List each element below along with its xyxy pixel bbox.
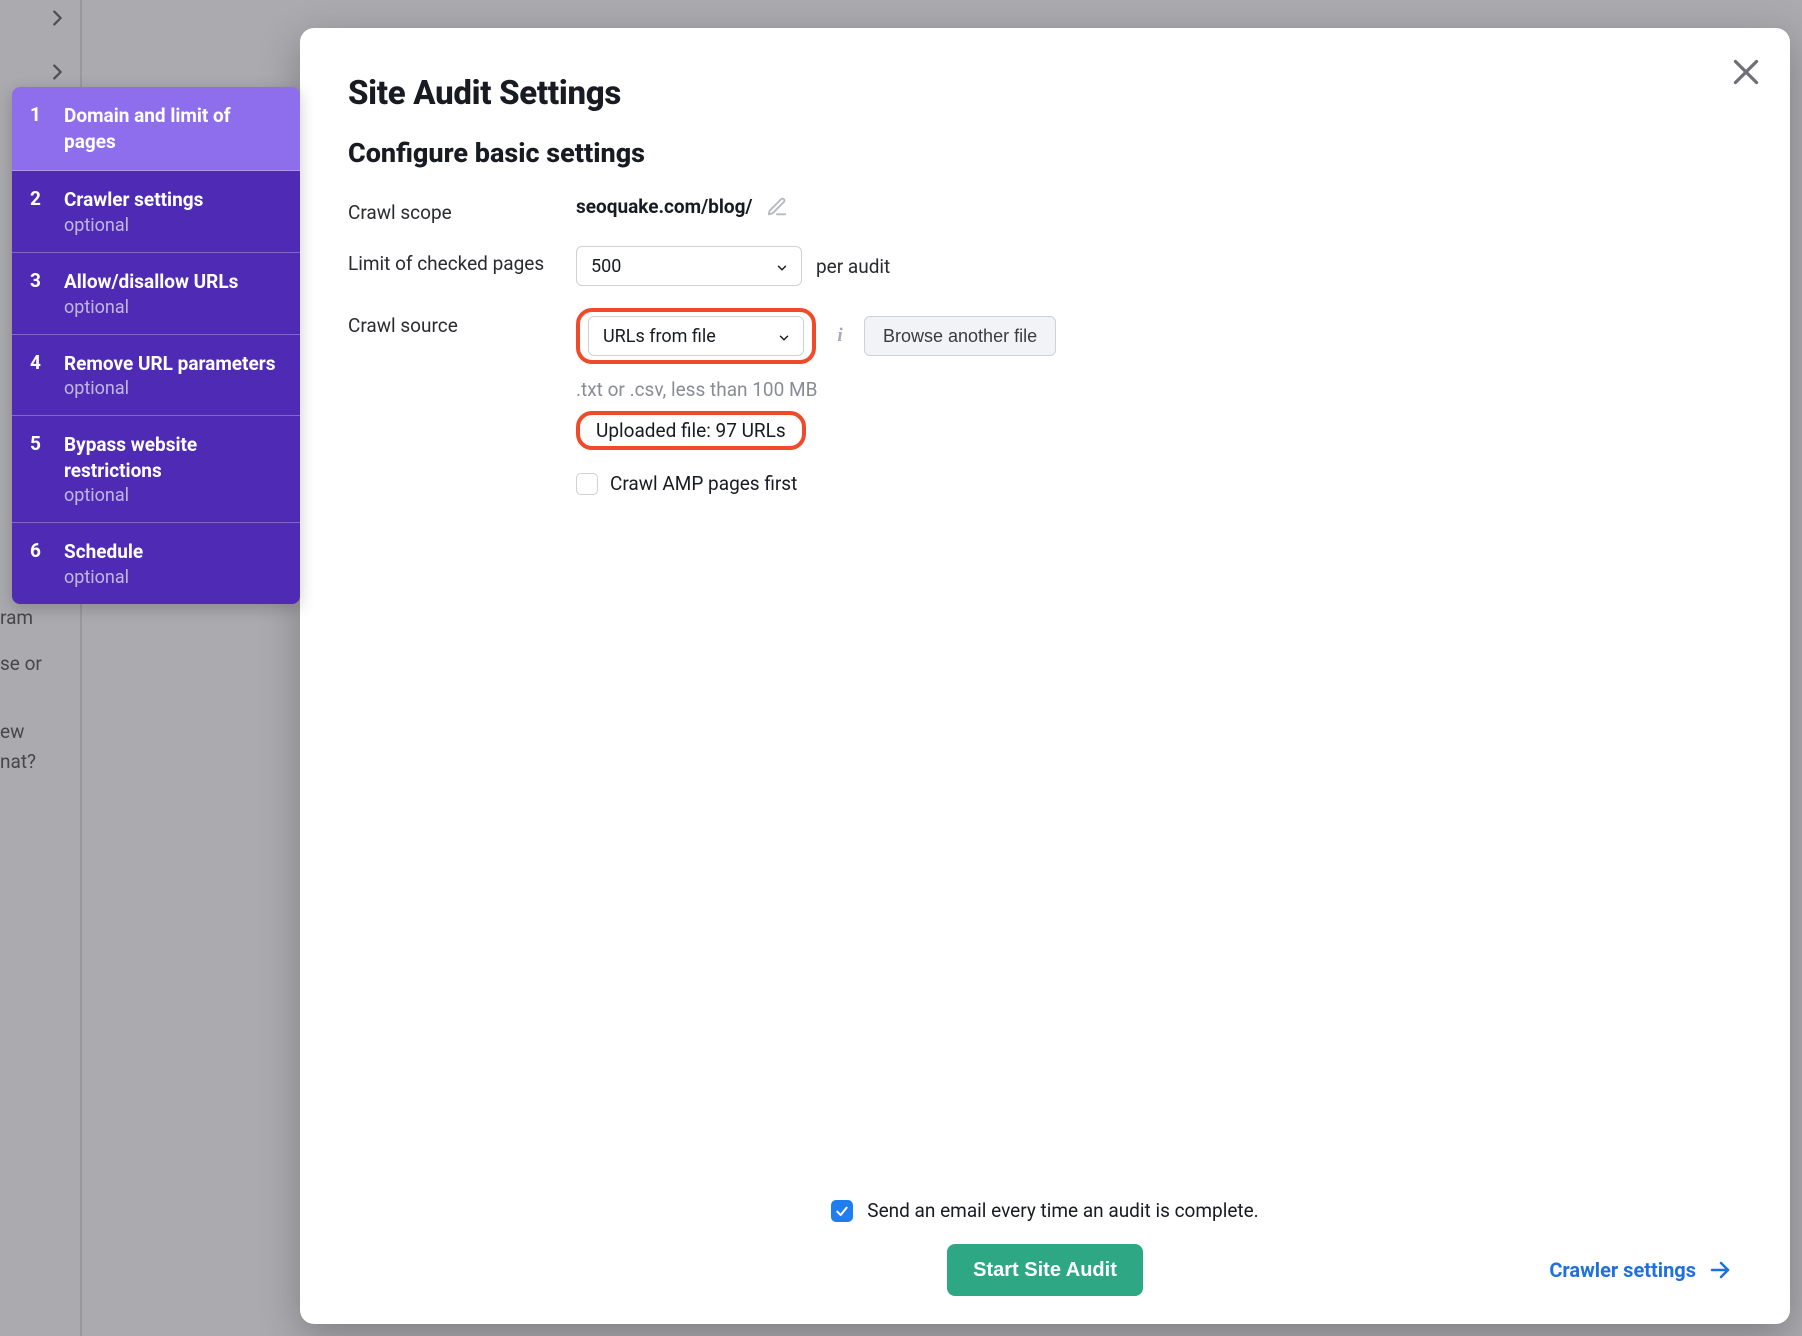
step-title: Allow/disallow URLs xyxy=(64,269,238,295)
step-title: Crawler settings xyxy=(64,187,203,213)
step-title: Schedule xyxy=(64,539,143,565)
highlight-crawl-source: URLs from file xyxy=(576,308,816,364)
settings-form: Crawl scope seoquake.com/blog/ Limit of … xyxy=(348,195,1742,495)
row-limit-pages: Limit of checked pages 500 per audit xyxy=(348,246,1742,286)
label-crawl-scope: Crawl scope xyxy=(348,195,576,224)
next-step-label: Crawler settings xyxy=(1549,1258,1696,1282)
wizard-step-bypass-restrictions[interactable]: 5 Bypass website restrictions optional xyxy=(12,416,300,523)
step-subtitle: optional xyxy=(64,215,203,236)
row-crawl-source: Crawl source URLs from file i Browse ano… xyxy=(348,308,1742,495)
limit-pages-value: 500 xyxy=(591,256,621,277)
wizard-sidebar: 1 Domain and limit of pages 2 Crawler se… xyxy=(12,87,300,604)
browse-file-button[interactable]: Browse another file xyxy=(864,316,1056,356)
label-limit-pages: Limit of checked pages xyxy=(348,246,576,275)
settings-modal: Site Audit Settings Configure basic sett… xyxy=(300,28,1790,1324)
amp-label: Crawl AMP pages first xyxy=(610,472,797,495)
label-crawl-source: Crawl source xyxy=(348,308,576,337)
uploaded-file-text: Uploaded file: 97 URLs xyxy=(586,417,796,444)
wizard-step-crawler-settings[interactable]: 2 Crawler settings optional xyxy=(12,171,300,253)
chevron-down-icon xyxy=(775,259,789,273)
row-crawl-scope: Crawl scope seoquake.com/blog/ xyxy=(348,195,1742,224)
step-title: Remove URL parameters xyxy=(64,351,275,377)
section-title: Configure basic settings xyxy=(348,137,1742,169)
crawl-source-value: URLs from file xyxy=(603,326,716,347)
step-number: 1 xyxy=(30,103,48,154)
info-icon[interactable]: i xyxy=(830,326,850,346)
close-button[interactable] xyxy=(1728,54,1764,90)
highlight-uploaded-file: Uploaded file: 97 URLs xyxy=(576,411,806,450)
modal-footer: Send an email every time an audit is com… xyxy=(348,1179,1742,1296)
step-number: 5 xyxy=(30,432,48,506)
step-subtitle: optional xyxy=(64,485,282,506)
wizard-step-domain[interactable]: 1 Domain and limit of pages xyxy=(12,87,300,171)
crawl-source-select[interactable]: URLs from file xyxy=(588,316,804,356)
step-number: 3 xyxy=(30,269,48,318)
chevron-down-icon xyxy=(777,329,791,343)
step-number: 6 xyxy=(30,539,48,588)
email-label: Send an email every time an audit is com… xyxy=(867,1199,1258,1222)
row-crawl-amp: Crawl AMP pages first xyxy=(576,472,1742,495)
step-title: Domain and limit of pages xyxy=(64,103,282,154)
next-step-link[interactable]: Crawler settings xyxy=(1549,1258,1732,1282)
file-hint: .txt or .csv, less than 100 MB xyxy=(576,378,1742,401)
row-email-notify: Send an email every time an audit is com… xyxy=(831,1199,1258,1222)
step-number: 4 xyxy=(30,351,48,400)
limit-pages-select[interactable]: 500 xyxy=(576,246,802,286)
wizard-step-schedule[interactable]: 6 Schedule optional xyxy=(12,523,300,604)
wizard-step-allow-disallow[interactable]: 3 Allow/disallow URLs optional xyxy=(12,253,300,335)
modal-title: Site Audit Settings xyxy=(348,74,1742,113)
step-title: Bypass website restrictions xyxy=(64,432,282,483)
arrow-right-icon xyxy=(1708,1258,1732,1282)
edit-icon[interactable] xyxy=(766,196,788,218)
crawl-scope-value: seoquake.com/blog/ xyxy=(576,195,752,218)
step-subtitle: optional xyxy=(64,567,143,588)
wizard-step-remove-url-params[interactable]: 4 Remove URL parameters optional xyxy=(12,335,300,417)
step-number: 2 xyxy=(30,187,48,236)
step-subtitle: optional xyxy=(64,378,275,399)
start-audit-label: Start Site Audit xyxy=(973,1259,1117,1281)
browse-file-label: Browse another file xyxy=(883,326,1037,347)
per-audit-text: per audit xyxy=(816,255,890,278)
amp-checkbox[interactable] xyxy=(576,473,598,495)
email-checkbox[interactable] xyxy=(831,1200,853,1222)
start-audit-button[interactable]: Start Site Audit xyxy=(947,1244,1143,1296)
step-subtitle: optional xyxy=(64,297,238,318)
